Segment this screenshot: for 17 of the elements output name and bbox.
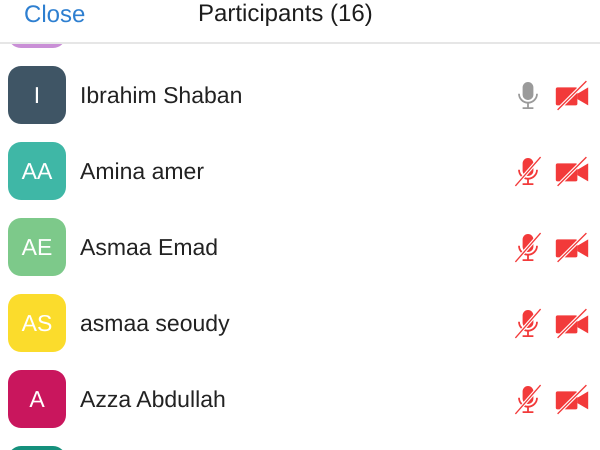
participant-name: Asmaa Emad	[80, 234, 220, 260]
participant-name: asmaa seoudy	[80, 310, 231, 336]
avatar: A	[8, 370, 66, 428]
participant-name: Ibrahim Shaban	[80, 82, 244, 108]
video-off-icon[interactable]	[554, 80, 590, 110]
avatar: I	[8, 66, 66, 124]
participant-name: Azza Abdullah	[80, 386, 227, 412]
video-off-icon[interactable]	[554, 156, 590, 186]
video-off-icon[interactable]	[554, 308, 590, 338]
screen-title: Participants (16)	[198, 0, 373, 28]
close-link[interactable]: Close	[24, 1, 86, 29]
avatar: AA	[8, 142, 66, 200]
video-off-icon[interactable]	[554, 232, 590, 262]
avatar: AE	[8, 218, 66, 276]
video-off-icon[interactable]	[554, 384, 590, 414]
participant-name: Amina amer	[80, 158, 205, 184]
avatar: AS	[8, 294, 66, 352]
